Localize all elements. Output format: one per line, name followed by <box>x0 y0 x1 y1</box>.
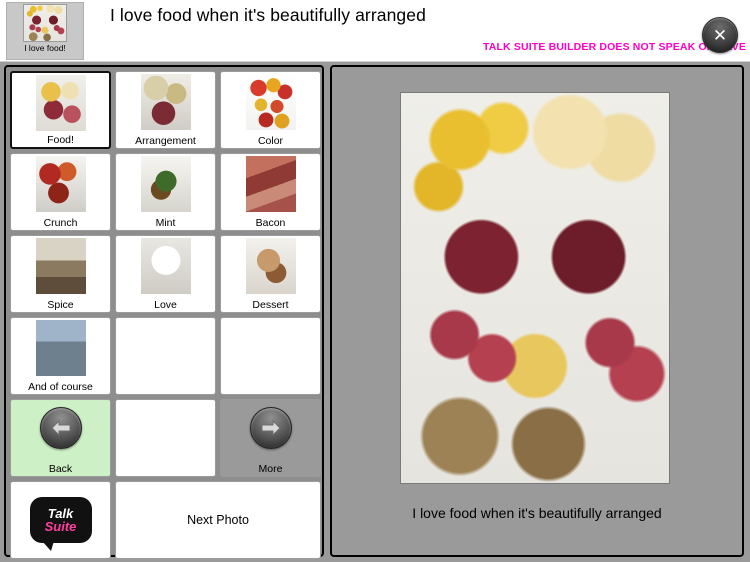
grid-cell-label: Crunch <box>43 217 78 229</box>
logo-line-1: Talk <box>47 505 74 521</box>
grid-cell-dessert[interactable]: Dessert <box>220 235 321 313</box>
grid-cell-crunch[interactable]: Crunch <box>10 153 111 231</box>
preview-caption: I love food when it's beautifully arrang… <box>412 505 662 521</box>
header-thumbnail-image <box>23 4 67 42</box>
grid-cell-label: And of course <box>28 381 93 393</box>
dessert-photo <box>245 238 296 294</box>
grid-cell-label: Spice <box>47 299 74 311</box>
button-grid: Food! Arrangement Color Crunch Mint Baco… <box>10 71 321 559</box>
arrow-left-icon <box>39 407 82 449</box>
crunch-photo <box>35 156 86 212</box>
content-area: Food! Arrangement Color Crunch Mint Baco… <box>0 62 750 562</box>
grid-cell-more[interactable]: More <box>220 399 321 477</box>
grid-cell-and-of-course[interactable]: And of course <box>10 317 111 395</box>
arrow-right-icon <box>249 407 292 449</box>
love-cup-photo <box>140 238 191 294</box>
grid-cell-arrangement[interactable]: Arrangement <box>115 71 216 149</box>
speech-bubble-icon: Talk Suite <box>29 497 92 551</box>
grid-cell-food[interactable]: Food! <box>10 71 111 149</box>
food-platter-photo <box>35 75 86 131</box>
grid-cell-label: Bacon <box>255 217 286 229</box>
grid-cell-label: Color <box>257 135 284 147</box>
grid-cell-label: More <box>258 463 283 475</box>
logo-line-2: Suite <box>44 518 77 534</box>
grid-cell-label: Back <box>48 463 73 475</box>
close-x-glyph: ✕ <box>712 25 728 45</box>
grid-cell-label: Food! <box>47 134 74 146</box>
next-photo-button[interactable]: Next Photo <box>115 481 321 559</box>
grid-cell-mint[interactable]: Mint <box>115 153 216 231</box>
header-thumbnail-label: I love food! <box>24 43 66 53</box>
page-title: I love food when it's beautifully arrang… <box>110 5 426 25</box>
grid-cell-love[interactable]: Love <box>115 235 216 313</box>
bacon-photo <box>245 156 296 212</box>
grid-cell-back[interactable]: Back <box>10 399 111 477</box>
header-bar: I love food! I love food when it's beaut… <box>0 0 750 62</box>
grid-cell-label: Dessert <box>252 299 289 311</box>
colorful-peppers-photo <box>245 74 296 130</box>
grid-cell-bacon[interactable]: Bacon <box>220 153 321 231</box>
grid-cell-label: Arrangement <box>135 135 196 147</box>
grid-cell-empty[interactable] <box>115 317 216 395</box>
mint-photo <box>140 156 191 212</box>
talk-suite-logo[interactable]: Talk Suite <box>10 481 111 559</box>
preview-panel: I love food when it's beautifully arrang… <box>330 65 744 557</box>
grid-cell-empty[interactable] <box>220 317 321 395</box>
charcuterie-board-photo[interactable] <box>400 92 670 484</box>
grid-cell-label: Love <box>154 299 177 311</box>
grid-cell-spice[interactable]: Spice <box>10 235 111 313</box>
people-photo <box>35 320 86 376</box>
next-photo-label: Next Photo <box>187 513 249 527</box>
button-grid-panel: Food! Arrangement Color Crunch Mint Baco… <box>4 65 324 559</box>
close-icon[interactable]: ✕ <box>702 17 738 53</box>
grid-cell-label: Mint <box>155 217 176 229</box>
arrangement-photo <box>140 74 191 130</box>
grid-cell-color[interactable]: Color <box>220 71 321 149</box>
app-root: I love food! I love food when it's beaut… <box>0 0 750 562</box>
header-thumbnail[interactable]: I love food! <box>6 2 84 60</box>
spice-photo <box>35 238 86 294</box>
grid-cell-empty[interactable] <box>115 399 216 477</box>
